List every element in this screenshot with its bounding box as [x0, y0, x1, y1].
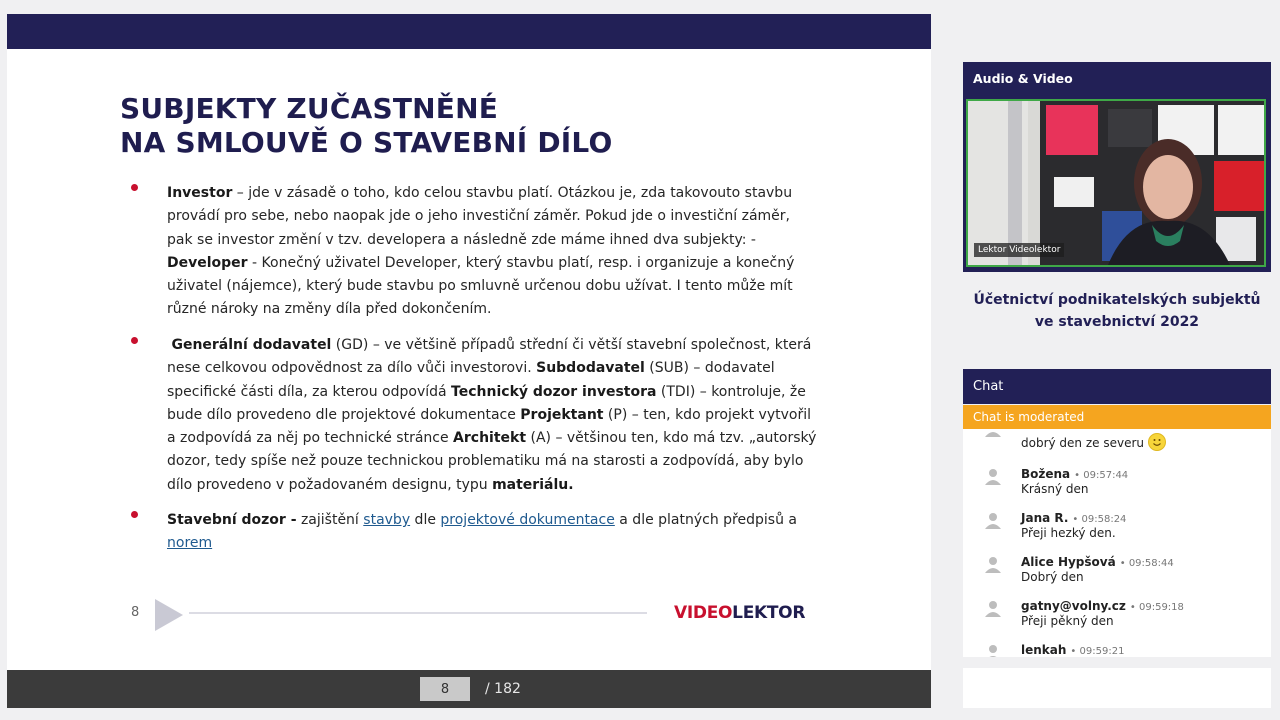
chat-separator: •: [1074, 470, 1081, 481]
slide-viewer: SUBJEKTY ZUČASTNĚNÉ NA SMLOUVĚ O STAVEBN…: [7, 14, 931, 708]
chat-author-name: lenkah: [1021, 643, 1067, 657]
chat-author-name: gatny@volny.cz: [1021, 599, 1126, 613]
slide-title-line2: NA SMLOUVĚ O STAVEBNÍ DÍLO: [120, 126, 613, 159]
chat-message-time: 09:59:18: [1138, 602, 1184, 613]
bullet-text-part: dle: [410, 512, 441, 528]
videolektor-logo: VIDEOLEKTOR: [674, 603, 805, 623]
chat-message-input[interactable]: [963, 668, 1271, 708]
user-avatar-icon: [985, 432, 1001, 437]
smiley-emoji-icon: [1148, 433, 1166, 451]
slide-title: SUBJEKTY ZUČASTNĚNÉ NA SMLOUVĚ O STAVEBN…: [120, 92, 612, 160]
bullet-text-part: - Konečný uživatel Developer, který stav…: [167, 254, 795, 318]
chat-separator: •: [1129, 602, 1136, 613]
chat-message-author: Božena • 09:57:44: [1021, 467, 1128, 481]
video-panel: Lektor Videolektor: [963, 96, 1271, 272]
chat-separator: •: [1119, 558, 1126, 569]
term-designer: Projektant: [520, 406, 604, 423]
chat-message-author: Alice Hypšová • 09:58:44: [1021, 555, 1174, 569]
term-investor: Investor: [167, 185, 233, 201]
chat-message-time: 09:58:44: [1128, 558, 1174, 569]
chat-message-time: 09:58:24: [1081, 514, 1127, 525]
page-navigation-bar: / 182: [7, 670, 931, 708]
term-construction-supervision: Stavební dozor -: [167, 512, 297, 528]
link-stavby[interactable]: stavby: [363, 512, 410, 528]
bullet-text-part: a dle platných předpisů a: [614, 512, 797, 528]
chat-author-name: Božena: [1021, 467, 1071, 481]
chat-message-author: gatny@volny.cz • 09:59:18: [1021, 599, 1184, 613]
chat-message-text: Krásný den: [1021, 482, 1089, 496]
user-avatar-icon: [989, 645, 997, 657]
bullet-general-contractor-text: Generální dodavatel (GD) – ve většině př…: [167, 334, 817, 497]
bullet-text-part: zajištění: [296, 512, 364, 528]
link-projektove-dokumentace[interactable]: projektové dokumentace: [440, 512, 614, 528]
chat-message-time: 09:59:21: [1079, 646, 1125, 657]
slide-progress-line: [189, 612, 647, 614]
user-avatar-icon: [985, 469, 1001, 485]
course-title-line1: Účetnictví podnikatelských subjektů: [973, 292, 1261, 308]
chat-message-author: lenkah • 09:59:21: [1021, 643, 1124, 657]
chat-message-author: Jana R. • 09:58:24: [1021, 511, 1126, 525]
chat-message-text: Dobrý den: [1021, 570, 1084, 584]
term-material: materiálu.: [492, 476, 574, 493]
course-title: Účetnictví podnikatelských subjektů ve s…: [963, 289, 1271, 333]
link-norem[interactable]: norem: [167, 535, 212, 551]
bullet-dot: [131, 511, 138, 518]
logo-red-part: VIDEO: [674, 603, 733, 623]
bullet-dot: [131, 184, 138, 191]
bullet-construction-supervision-text: Stavební dozor - zajištění stavby dle pr…: [167, 509, 817, 556]
chat-message-text: dobrý den ze severu: [1021, 433, 1166, 451]
bullet-text-part: – jde v zásadě o toho, kdo celou stavbu …: [167, 185, 793, 248]
page-number-input[interactable]: [420, 677, 470, 701]
chat-moderated-notice: Chat is moderated: [963, 405, 1271, 429]
term-architect: Architekt: [453, 430, 527, 447]
bullet-dot: [131, 337, 138, 344]
chat-author-name: Alice Hypšová: [1021, 555, 1116, 569]
user-avatar-icon: [985, 513, 1001, 529]
video-participant-label: Lektor Videolektor: [974, 243, 1065, 257]
play-icon: [155, 599, 183, 631]
chat-message-text: Přeji hezký den.: [1021, 526, 1116, 540]
chat-author-name: Jana R.: [1021, 511, 1069, 525]
logo-navy-part: LEKTOR: [732, 603, 806, 623]
lecturer-video-image: [968, 101, 1264, 265]
chat-message-text-content: dobrý den ze severu: [1021, 436, 1144, 450]
term-tdi: Technický dozor investora: [451, 383, 657, 400]
course-title-line2: ve stavebnictví 2022: [1034, 314, 1200, 330]
chat-message-list[interactable]: dobrý den ze severu Božena • 09:57:44 Krá…: [963, 429, 1271, 657]
chat-header: Chat: [963, 369, 1271, 404]
term-general-contractor: Generální dodavatel: [171, 337, 332, 353]
chat-separator: •: [1070, 646, 1077, 657]
chat-separator: •: [1072, 514, 1079, 525]
page-total: / 182: [485, 681, 521, 697]
video-feed[interactable]: Lektor Videolektor: [966, 99, 1266, 267]
slide-title-line1: SUBJEKTY ZUČASTNĚNÉ: [120, 92, 499, 125]
bullet-investor-text: Investor – jde v zásadě o toho, kdo celo…: [167, 182, 817, 322]
term-developer: Developer: [167, 254, 248, 271]
user-avatar-icon: [985, 557, 1001, 573]
slide-top-bar: [7, 14, 931, 49]
chat-message-time: 09:57:44: [1083, 470, 1129, 481]
slide-number: 8: [131, 605, 140, 620]
chat-message-text: Přeji pěkný den: [1021, 614, 1114, 628]
audio-video-header: Audio & Video: [963, 62, 1271, 96]
term-subcontractor: Subdodavatel: [536, 360, 645, 377]
user-avatar-icon: [985, 601, 1001, 617]
